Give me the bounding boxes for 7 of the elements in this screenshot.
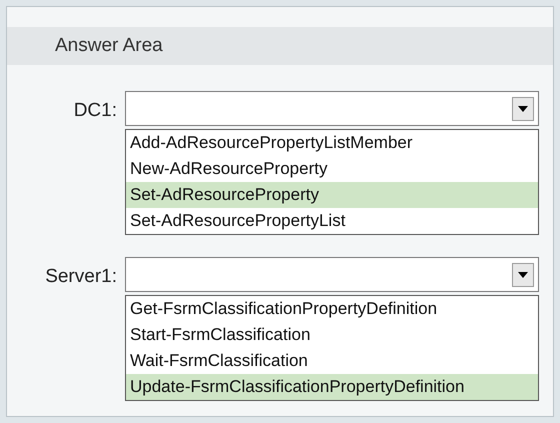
panel-title: Answer Area — [55, 34, 163, 58]
field-label: DC1: — [74, 99, 117, 123]
dropdown-field[interactable] — [125, 91, 539, 126]
option-item[interactable]: Set-AdResourceProperty — [126, 182, 538, 208]
dropdown-field[interactable] — [125, 257, 539, 292]
field-label: Server1: — [45, 265, 117, 289]
option-item[interactable]: Update-FsrmClassificationPropertyDefinition — [126, 374, 538, 400]
